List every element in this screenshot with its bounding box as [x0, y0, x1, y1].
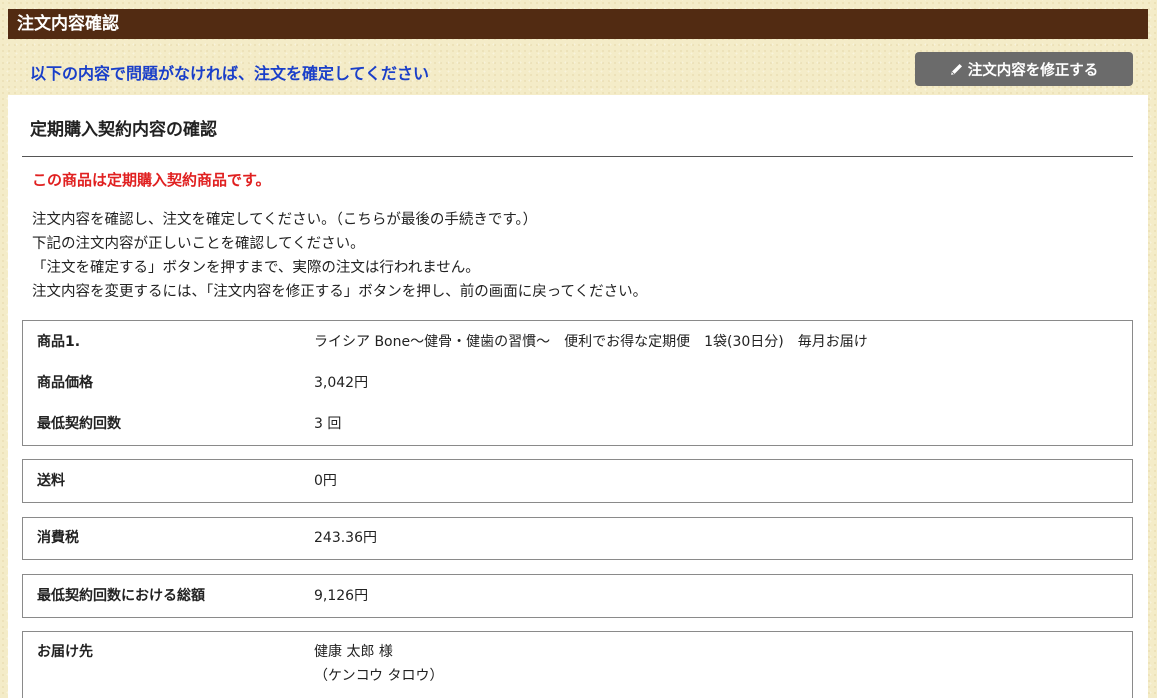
product-label: 商品1.	[37, 334, 81, 350]
description-line: 下記の注文内容が正しいことを確認してください。	[32, 236, 365, 252]
delivery-address: 健康 太郎 様 （ケンコウ タロウ）	[314, 640, 443, 688]
min-count-label: 最低契約回数	[37, 416, 121, 432]
total-label: 最低契約回数における総額	[37, 588, 205, 604]
edit-order-button-label: 注文内容を修正する	[967, 62, 1099, 79]
description-line: 注文内容を確認し、注文を確定してください。（こちらが最後の手続きです。）	[32, 212, 538, 228]
delivery-label: お届け先	[37, 644, 93, 660]
tax-box: 消費税 243.36円	[22, 517, 1133, 560]
min-count-value: 3 回	[314, 416, 342, 432]
price-value: 3,042円	[314, 375, 369, 391]
description-line: 「注文を確定する」ボタンを押すまで、実際の注文は行われません。	[32, 260, 480, 276]
product-info-box: 商品1. ライシア Bone〜健骨・健歯の習慣〜 便利でお得な定期便 1袋(30…	[22, 320, 1133, 446]
confirmation-panel: 定期購入契約内容の確認 この商品は定期購入契約商品です。 注文内容を確認し、注文…	[8, 95, 1148, 698]
delivery-box: お届け先 健康 太郎 様 （ケンコウ タロウ）	[22, 631, 1133, 698]
recipient-name: 健康 太郎 様	[314, 644, 393, 660]
shipping-value: 0円	[314, 473, 337, 489]
recipient-kana: （ケンコウ タロウ）	[314, 668, 444, 684]
section-title: 定期購入契約内容の確認	[30, 120, 217, 140]
confirmation-description: 注文内容を確認し、注文を確定してください。（こちらが最後の手続きです。） 下記の…	[32, 208, 647, 304]
tax-label: 消費税	[37, 530, 79, 546]
section-divider	[22, 156, 1133, 157]
tax-value: 243.36円	[314, 530, 377, 546]
page-header: 注文内容確認	[8, 9, 1148, 39]
edit-order-button[interactable]: 注文内容を修正する	[915, 52, 1133, 86]
product-name: ライシア Bone〜健骨・健歯の習慣〜 便利でお得な定期便 1袋(30日分) 毎…	[314, 334, 868, 350]
shipping-box: 送料 0円	[22, 459, 1133, 503]
shipping-label: 送料	[37, 473, 65, 489]
subscription-notice: この商品は定期購入契約商品です。	[32, 171, 271, 189]
confirm-instruction: 以下の内容で問題がなければ、注文を確定してください	[30, 64, 430, 83]
total-box: 最低契約回数における総額 9,126円	[22, 574, 1133, 618]
total-value: 9,126円	[314, 588, 369, 604]
price-label: 商品価格	[37, 375, 93, 391]
pencil-icon	[950, 63, 963, 76]
description-line: 注文内容を変更するには、「注文内容を修正する」ボタンを押し、前の画面に戻ってくだ…	[32, 284, 648, 300]
